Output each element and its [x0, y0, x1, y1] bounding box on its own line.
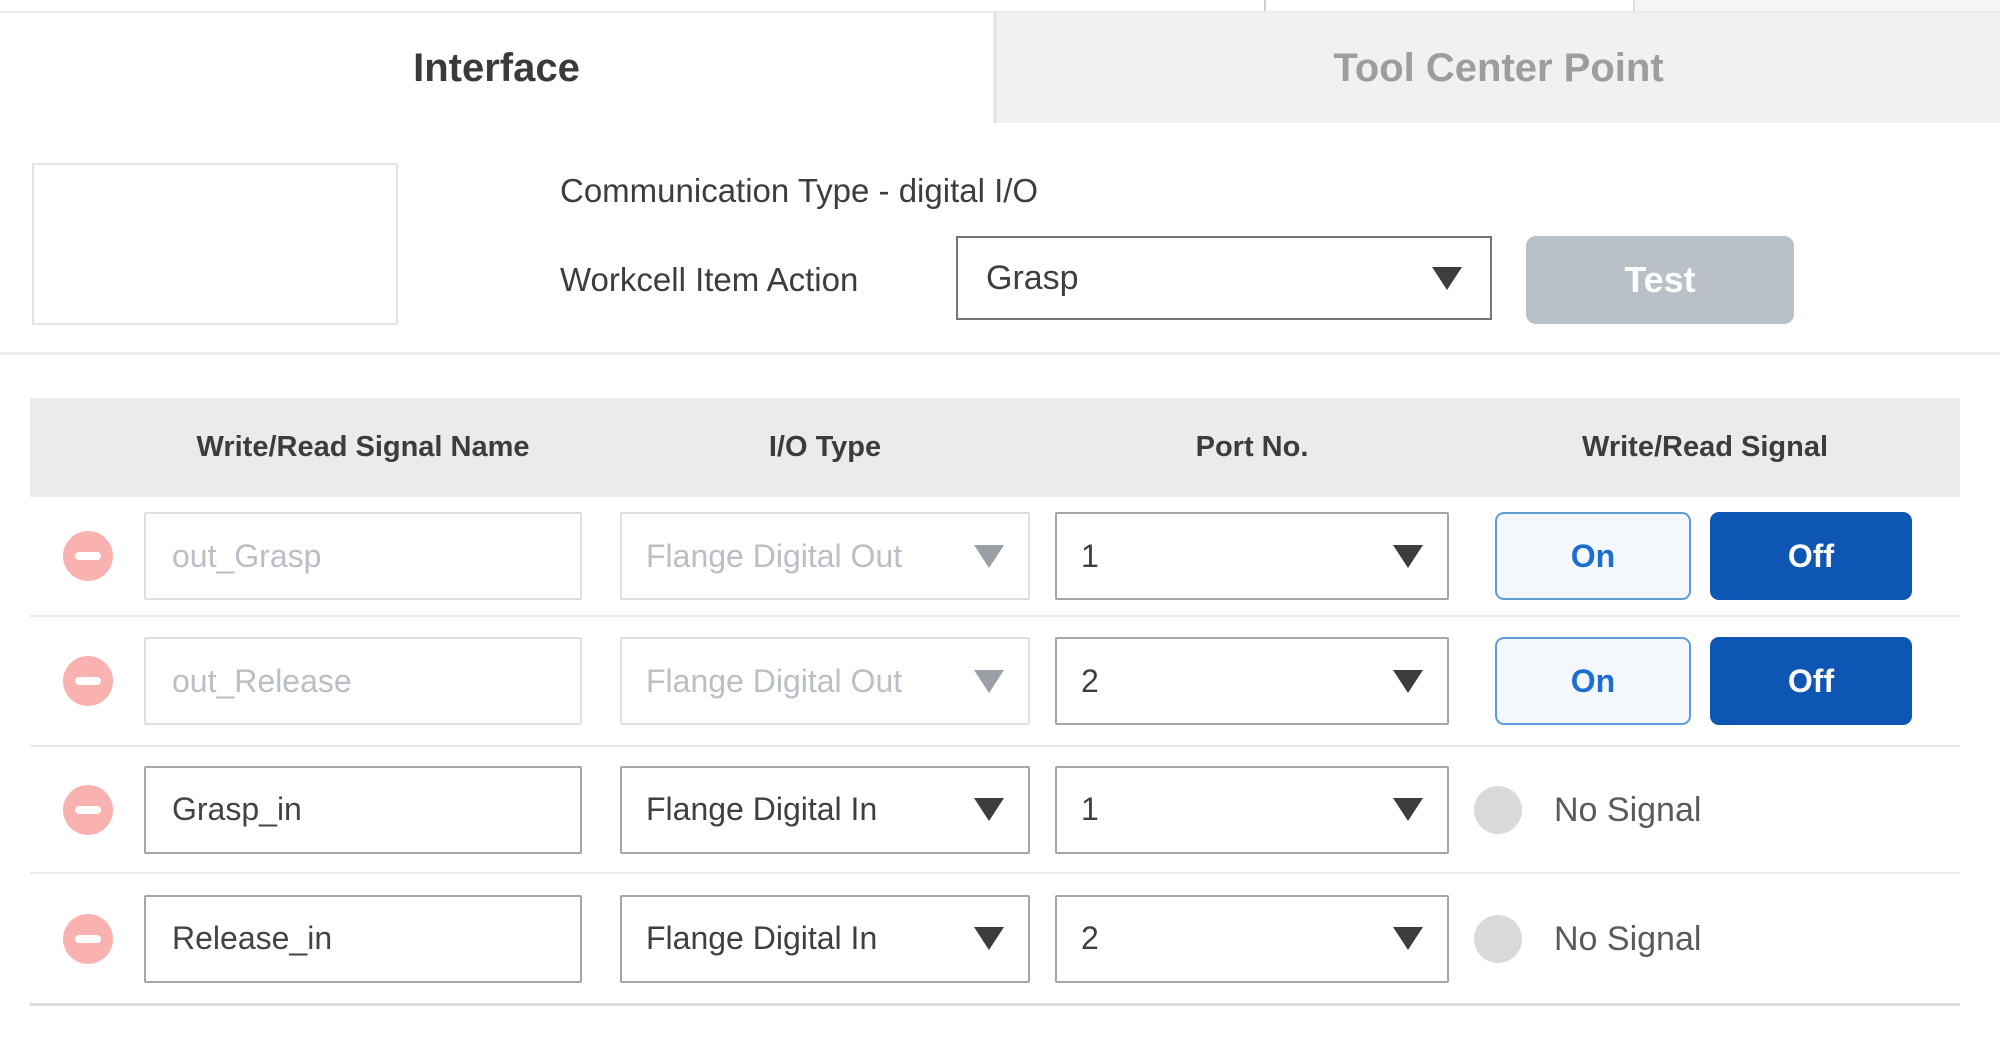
- signal-name-input[interactable]: [144, 766, 582, 854]
- port-no-value: 2: [1081, 920, 1099, 957]
- chevron-down-icon: [974, 798, 1004, 821]
- io-type-select: Flange Digital Out: [620, 637, 1030, 725]
- io-type-value: Flange Digital Out: [646, 663, 902, 700]
- tab-interface[interactable]: Interface: [0, 13, 993, 123]
- remove-row-button[interactable]: [63, 914, 113, 964]
- chevron-down-icon: [1393, 670, 1423, 693]
- io-type-value: Flange Digital In: [646, 791, 877, 828]
- chevron-down-icon: [1393, 545, 1423, 568]
- remove-row-button[interactable]: [63, 656, 113, 706]
- minus-icon: [75, 552, 101, 560]
- chevron-down-icon: [1432, 267, 1462, 290]
- io-type-value: Flange Digital Out: [646, 538, 902, 575]
- signal-status-indicator: [1474, 915, 1522, 963]
- row-content: Flange Digital In 2 No Signal: [30, 895, 1960, 983]
- signal-name-input[interactable]: [144, 895, 582, 983]
- top-strip-segment: [1633, 0, 2000, 11]
- table-bottom-border: [30, 1003, 1960, 1006]
- workcell-item-action-value: Grasp: [986, 259, 1079, 298]
- row-content: Flange Digital Out 2 On Off: [30, 637, 1960, 725]
- port-no-select[interactable]: 1: [1055, 766, 1449, 854]
- workcell-item-action-select[interactable]: Grasp: [956, 236, 1492, 320]
- table-row: Flange Digital In 1 No Signal: [30, 745, 1960, 872]
- section-divider: [0, 352, 2000, 355]
- io-type-select[interactable]: Flange Digital In: [620, 895, 1030, 983]
- minus-icon: [75, 806, 101, 814]
- signal-off-button[interactable]: Off: [1710, 512, 1912, 600]
- signal-on-button[interactable]: On: [1495, 637, 1691, 725]
- minus-icon: [75, 935, 101, 943]
- top-strip-divider: [1264, 0, 1266, 11]
- test-button[interactable]: Test: [1526, 236, 1794, 324]
- workcell-item-action-label: Workcell Item Action: [560, 236, 858, 324]
- column-header-signal-name: Write/Read Signal Name: [144, 398, 582, 497]
- signal-name-input: [144, 637, 582, 725]
- communication-type-text: Communication Type - digital I/O: [560, 172, 1038, 210]
- signal-name-input: [144, 512, 582, 600]
- table-header: Write/Read Signal Name I/O Type Port No.…: [30, 398, 1960, 497]
- top-strip: [0, 0, 2000, 13]
- gripper-interface-page: Interface Tool Center Point Communicatio…: [0, 0, 2000, 1045]
- column-header-write-read-signal: Write/Read Signal: [1475, 398, 1935, 497]
- tab-bar: Interface Tool Center Point: [0, 13, 2000, 123]
- column-header-io-type: I/O Type: [620, 398, 1030, 497]
- signal-off-button[interactable]: Off: [1710, 637, 1912, 725]
- column-header-port-no: Port No.: [1055, 398, 1449, 497]
- port-no-select[interactable]: 2: [1055, 895, 1449, 983]
- row-content: Flange Digital In 1 No Signal: [30, 766, 1960, 854]
- table-row: Flange Digital Out 1 On Off: [30, 497, 1960, 615]
- gripper-image-placeholder: [32, 163, 398, 325]
- io-type-select: Flange Digital Out: [620, 512, 1030, 600]
- port-no-value: 2: [1081, 663, 1099, 700]
- chevron-down-icon: [1393, 927, 1423, 950]
- chevron-down-icon: [974, 545, 1004, 568]
- table-row: Flange Digital Out 2 On Off: [30, 615, 1960, 745]
- port-no-value: 1: [1081, 538, 1099, 575]
- row-content: Flange Digital Out 1 On Off: [30, 512, 1960, 600]
- port-no-value: 1: [1081, 791, 1099, 828]
- table-row: Flange Digital In 2 No Signal: [30, 872, 1960, 1003]
- signal-on-button[interactable]: On: [1495, 512, 1691, 600]
- signal-status-label: No Signal: [1554, 766, 1701, 854]
- chevron-down-icon: [1393, 798, 1423, 821]
- signal-status-label: No Signal: [1554, 895, 1701, 983]
- io-type-value: Flange Digital In: [646, 920, 877, 957]
- remove-row-button[interactable]: [63, 785, 113, 835]
- port-no-select[interactable]: 1: [1055, 512, 1449, 600]
- tab-tool-center-point[interactable]: Tool Center Point: [997, 13, 2000, 123]
- signal-status-indicator: [1474, 786, 1522, 834]
- remove-row-button[interactable]: [63, 531, 113, 581]
- chevron-down-icon: [974, 927, 1004, 950]
- top-strip-divider: [1633, 0, 1635, 11]
- chevron-down-icon: [974, 670, 1004, 693]
- minus-icon: [75, 677, 101, 685]
- port-no-select[interactable]: 2: [1055, 637, 1449, 725]
- io-type-select[interactable]: Flange Digital In: [620, 766, 1030, 854]
